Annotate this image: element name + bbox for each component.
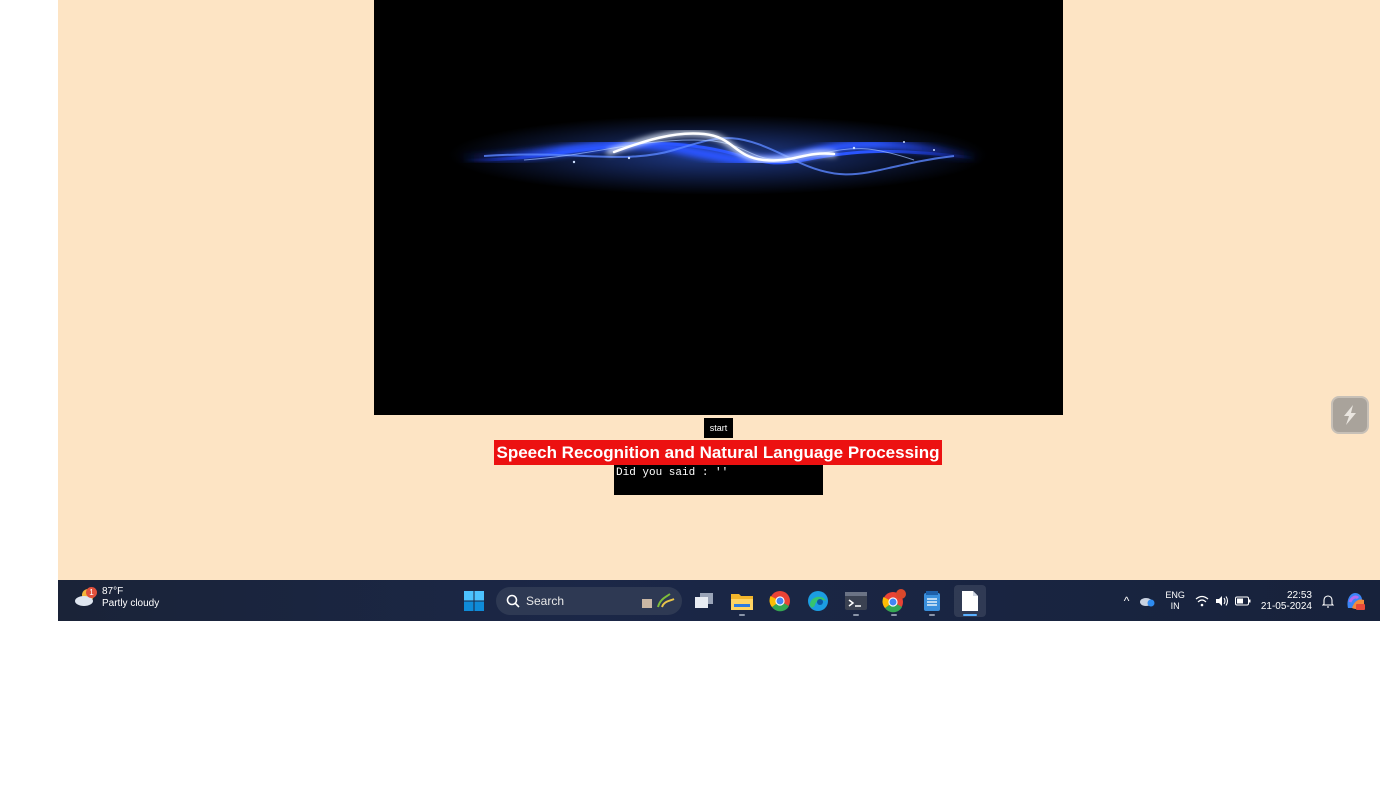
output-console: Did you said : '' (614, 465, 823, 495)
weather-widget[interactable]: 1 87°F Partly cloudy (74, 586, 159, 610)
taskbar: 1 87°F Partly cloudy Search ^ ENG IN 22:… (58, 580, 1380, 621)
search-highlight-icon (642, 593, 675, 608)
chevron-up-icon[interactable]: ^ (1124, 594, 1130, 608)
notepad-button[interactable] (916, 585, 948, 617)
weather-temp: 87°F (102, 586, 124, 597)
page-title: Speech Recognition and Natural Language … (494, 440, 942, 465)
notepad-icon (924, 591, 940, 611)
chrome-icon (769, 591, 790, 612)
start-button[interactable]: start (704, 418, 733, 438)
clock-date: 21-05-2024 (1260, 601, 1312, 612)
app-window: start Speech Recognition and Natural Lan… (58, 0, 1380, 580)
onedrive-icon[interactable] (1139, 595, 1155, 607)
lightning-icon (1344, 405, 1356, 425)
region-code: IN (1170, 601, 1180, 611)
file-explorer-button[interactable] (726, 585, 758, 617)
weather-desc: Partly cloudy (102, 598, 160, 609)
language-indicator[interactable]: ENG IN (1165, 590, 1185, 612)
folder-icon (731, 594, 753, 610)
partly-cloudy-icon: 1 (74, 587, 98, 609)
chrome-profile-button[interactable] (878, 585, 910, 617)
clock[interactable]: 22:53 21-05-2024 (1261, 590, 1312, 612)
language-code: ENG (1165, 590, 1185, 600)
task-view-button[interactable] (688, 585, 720, 617)
chrome-icon (882, 589, 906, 613)
clock-time: 22:53 (1286, 590, 1312, 601)
edge-button[interactable] (802, 585, 834, 617)
terminal-button[interactable] (840, 585, 872, 617)
network-sound-battery[interactable] (1195, 595, 1251, 607)
chrome-button[interactable] (764, 585, 796, 617)
windows-icon (464, 591, 484, 611)
terminal-icon (845, 592, 867, 610)
sound-wave-graphic (448, 115, 988, 195)
document-icon (962, 591, 978, 611)
task-view-icon (695, 593, 713, 608)
battery-icon (1234, 596, 1251, 606)
running-indicator (853, 614, 859, 616)
document-app-button[interactable] (954, 585, 986, 617)
search-icon (506, 594, 520, 608)
running-indicator (739, 614, 745, 616)
running-indicator (929, 614, 935, 616)
edge-icon (808, 591, 828, 611)
weather-badge: 1 (86, 587, 97, 598)
wifi-icon (1195, 595, 1209, 607)
search-label: Search (526, 594, 565, 608)
taskbar-apps: Search (458, 585, 986, 617)
system-tray: ^ ENG IN 22:53 21-05-2024 (1124, 584, 1366, 618)
taskbar-search[interactable]: Search (496, 587, 682, 615)
bell-icon[interactable] (1322, 594, 1334, 608)
voice-visualizer (374, 0, 1063, 415)
running-indicator (891, 614, 897, 616)
start-menu-button[interactable] (458, 585, 490, 617)
volume-icon (1215, 596, 1228, 606)
floating-action-button[interactable] (1331, 396, 1369, 434)
active-indicator (963, 614, 977, 616)
copilot-icon[interactable] (1344, 590, 1366, 612)
